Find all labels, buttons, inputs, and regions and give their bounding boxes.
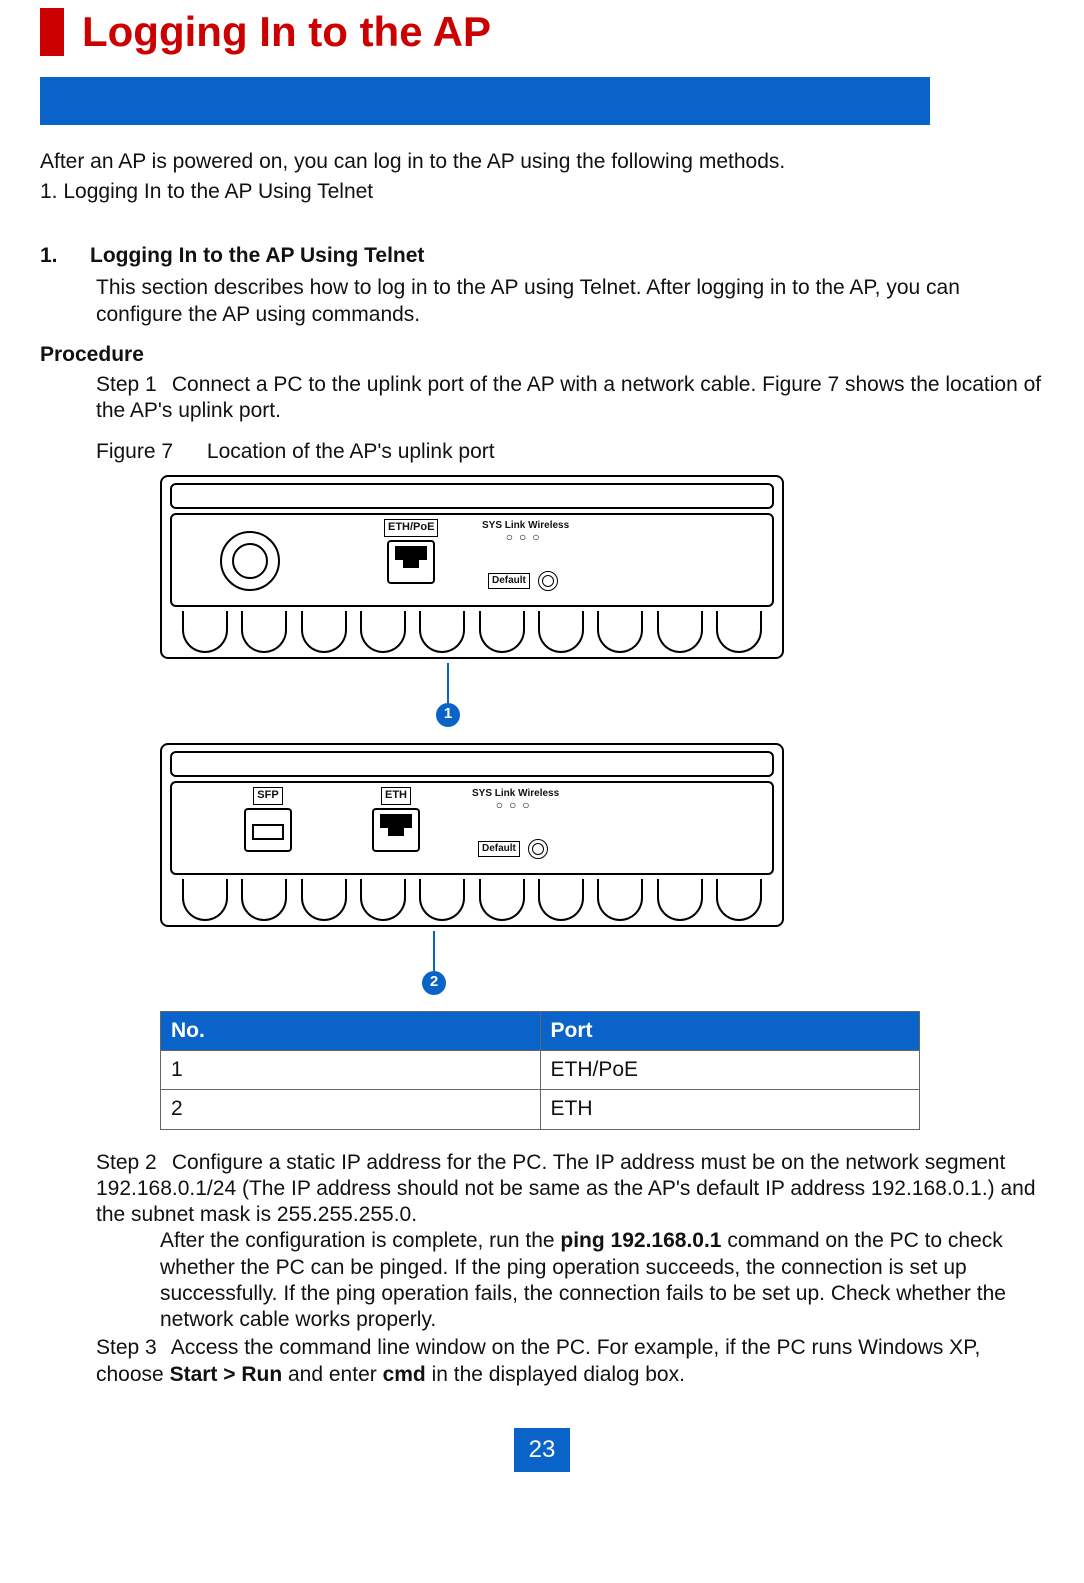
table-header-row: No. Port <box>161 1011 920 1050</box>
section-number: 1. <box>40 243 90 269</box>
step-2-text-2a: After the configuration is complete, run… <box>160 1229 560 1252</box>
callout-2-number: 2 <box>422 971 446 995</box>
cmd-bold: cmd <box>383 1363 426 1386</box>
intro-line-2: 1. Logging In to the AP Using Telnet <box>40 179 1044 205</box>
step-3-text-e: in the displayed dialog box. <box>426 1363 685 1386</box>
figure-device-1: ETH/PoE SYS Link Wireless ○○○ Default <box>160 475 780 995</box>
device-illustration-2: SFP ETH SYS Link Wireless ○○○ Default <box>160 743 784 927</box>
leds-label: SYS Link Wireless ○○○ <box>472 789 559 812</box>
step-3-label: Step 3 <box>96 1335 166 1361</box>
eth-label: ETH <box>381 787 411 805</box>
step-1-text: Connect a PC to the uplink port of the A… <box>96 373 1041 422</box>
screw-icon <box>528 839 548 859</box>
figure-title: Location of the AP's uplink port <box>207 440 495 463</box>
ping-command: ping 192.168.0.1 <box>560 1229 721 1252</box>
eth-poe-label: ETH/PoE <box>384 519 438 537</box>
step-2-label: Step 2 <box>96 1150 166 1176</box>
procedure-label: Procedure <box>40 342 1044 368</box>
callout-1-number: 1 <box>436 703 460 727</box>
title-bar: Logging In to the AP <box>40 6 1044 59</box>
rj45-port-icon <box>372 808 420 852</box>
title-accent <box>40 8 64 56</box>
step-2-continued: After the configuration is complete, run… <box>40 1228 1044 1333</box>
default-button-label: Default <box>478 841 520 858</box>
callout-2: 2 <box>422 931 446 995</box>
step-1: Step 1 Connect a PC to the uplink port o… <box>40 372 1044 425</box>
cell-no: 1 <box>161 1051 541 1090</box>
section-title: Logging In to the AP Using Telnet <box>90 244 424 267</box>
ports-table: No. Port 1 ETH/PoE 2 ETH <box>160 1011 920 1130</box>
callout-1: 1 <box>436 663 460 727</box>
section-description: This section describes how to log in to … <box>40 275 1044 328</box>
step-2-text-1: Configure a static IP address for the PC… <box>96 1151 1036 1227</box>
cell-port: ETH/PoE <box>540 1051 920 1090</box>
step-2: Step 2 Configure a static IP address for… <box>40 1150 1044 1229</box>
sfp-label: SFP <box>253 787 282 805</box>
table-header-no: No. <box>161 1011 541 1050</box>
section-heading: 1.Logging In to the AP Using Telnet <box>40 243 1044 269</box>
table-row: 2 ETH <box>161 1090 920 1129</box>
page-number: 23 <box>514 1428 570 1472</box>
sfp-port-icon <box>244 808 292 852</box>
device-illustration-1: ETH/PoE SYS Link Wireless ○○○ Default <box>160 475 784 659</box>
screw-icon <box>538 571 558 591</box>
table-row: 1 ETH/PoE <box>161 1051 920 1090</box>
start-run-bold: Start > Run <box>170 1363 283 1386</box>
step-3-text-c: and enter <box>282 1363 382 1386</box>
cell-no: 2 <box>161 1090 541 1129</box>
table-header-port: Port <box>540 1011 920 1050</box>
default-button-label: Default <box>488 573 530 590</box>
figure-caption: Figure 7 Location of the AP's uplink por… <box>40 439 1044 465</box>
step-1-label: Step 1 <box>96 372 166 398</box>
figure-label: Figure 7 <box>96 439 173 465</box>
intro-line-1: After an AP is powered on, you can log i… <box>40 149 1044 175</box>
step-3: Step 3 Access the command line window on… <box>40 1335 1044 1388</box>
cell-port: ETH <box>540 1090 920 1129</box>
header-blue-bar <box>40 77 930 125</box>
rj45-port-icon <box>387 540 435 584</box>
cap-icon <box>220 531 280 591</box>
leds-label: SYS Link Wireless ○○○ <box>482 521 569 544</box>
page-title: Logging In to the AP <box>82 6 491 59</box>
